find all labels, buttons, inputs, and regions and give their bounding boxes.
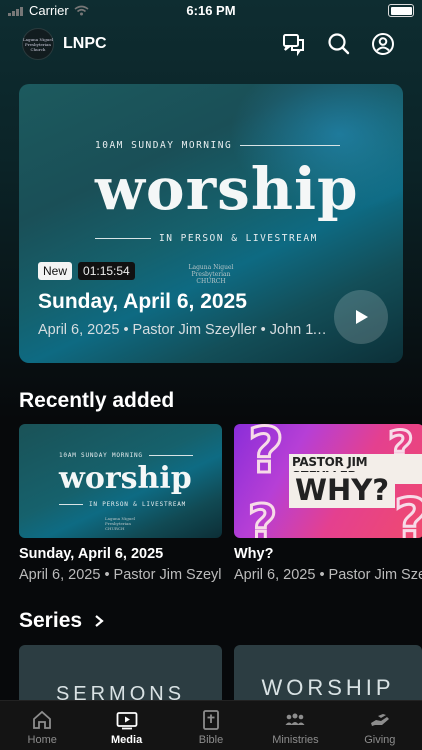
- featured-media-card[interactable]: 10AM SUNDAY MORNING worship IN PERSON & …: [19, 84, 403, 363]
- hero-art-word: worship: [95, 155, 359, 223]
- tab-bar: Home Media Bible Ministries Giving: [0, 700, 422, 750]
- recently-added-title: Recently added: [19, 389, 175, 412]
- app-header: Laguna Niguel Presbyterian Church LNPC: [0, 26, 422, 62]
- thumb-art-bottom-text: IN PERSON & LIVESTREAM: [89, 501, 187, 508]
- divider: [95, 238, 151, 239]
- card-subtitle: April 6, 2025 • Pastor Jim Szeyller: [234, 567, 422, 583]
- home-icon: [33, 710, 52, 729]
- search-icon[interactable]: [326, 31, 352, 57]
- media-thumbnail-why[interactable]: ? ? ? ? PASTOR JIM SZEYLLER WHY?: [234, 424, 422, 538]
- hero-subtitle: April 6, 2025 • Pastor Jim Szeyller • Jo…: [38, 322, 328, 338]
- divider: [240, 145, 341, 146]
- ministries-icon: [285, 713, 305, 725]
- play-icon: [356, 310, 368, 324]
- card-subtitle: April 6, 2025 • Pastor Jim Szeyller: [19, 567, 222, 583]
- divider: [148, 455, 193, 456]
- tab-label: Ministries: [272, 734, 319, 746]
- thumb-art-word: worship: [59, 461, 192, 496]
- tab-giving[interactable]: Giving: [338, 701, 422, 750]
- account-icon[interactable]: [370, 31, 396, 57]
- question-mark-art: ?: [246, 493, 278, 539]
- status-time: 6:16 PM: [186, 3, 236, 18]
- logo-text: Laguna Niguel Presbyterian Church: [23, 36, 53, 52]
- media-thumbnail-worship[interactable]: 10AM SUNDAY MORNING worship IN PERSON & …: [19, 424, 222, 538]
- card-title: Why?: [234, 546, 274, 562]
- tab-media[interactable]: Media: [84, 701, 168, 750]
- tab-label: Bible: [198, 734, 224, 746]
- hero-art-top-text: 10AM SUNDAY MORNING: [95, 140, 233, 151]
- hero-art-top: 10AM SUNDAY MORNING: [95, 140, 341, 151]
- play-button[interactable]: [334, 290, 388, 344]
- church-logo[interactable]: Laguna Niguel Presbyterian Church: [22, 28, 54, 60]
- hero-art-bottom-text: IN PERSON & LIVESTREAM: [159, 233, 318, 244]
- series-card-label: WORSHIP: [261, 675, 395, 700]
- thumb-art-bottom: IN PERSON & LIVESTREAM: [59, 501, 186, 508]
- series-header[interactable]: Series: [19, 609, 104, 633]
- thumb-art-top-text: 10AM SUNDAY MORNING: [59, 452, 143, 459]
- tab-label: Media: [111, 734, 143, 746]
- hero-badges: New 01:15:54: [38, 262, 135, 280]
- series-title: Series: [19, 609, 83, 632]
- thumb-church-wordmark: Laguna Niguel Presbyterian CHURCH: [105, 516, 135, 531]
- app-title: LNPC: [63, 35, 107, 52]
- divider: [59, 504, 83, 505]
- media-icon: [116, 712, 138, 730]
- question-mark-art: ?: [393, 485, 422, 539]
- tab-home[interactable]: Home: [0, 701, 84, 750]
- status-bar: Carrier 6:16 PM: [0, 0, 422, 22]
- card-title: Sunday, April 6, 2025: [19, 546, 164, 562]
- tab-ministries[interactable]: Ministries: [253, 701, 337, 750]
- series-card-label: SERMONS: [55, 683, 186, 705]
- chevron-right-icon: [95, 615, 104, 627]
- thumb-art-top: 10AM SUNDAY MORNING: [59, 452, 193, 459]
- why-art-word: WHY?: [289, 472, 396, 508]
- battery-icon: [388, 4, 414, 17]
- hero-title: Sunday, April 6, 2025: [38, 290, 247, 313]
- bible-icon: [203, 710, 219, 730]
- tab-bible[interactable]: Bible: [169, 701, 253, 750]
- church-wordmark: Laguna Niguel Presbyterian CHURCH: [188, 264, 234, 285]
- duration-badge: 01:15:54: [78, 262, 135, 280]
- tab-label: Giving: [364, 734, 396, 746]
- new-badge: New: [38, 262, 73, 280]
- tab-label: Home: [27, 734, 57, 746]
- question-mark-art: ?: [247, 424, 286, 489]
- chat-icon[interactable]: [281, 31, 307, 57]
- giving-icon: [370, 714, 389, 726]
- hero-art-bottom: IN PERSON & LIVESTREAM: [95, 233, 318, 244]
